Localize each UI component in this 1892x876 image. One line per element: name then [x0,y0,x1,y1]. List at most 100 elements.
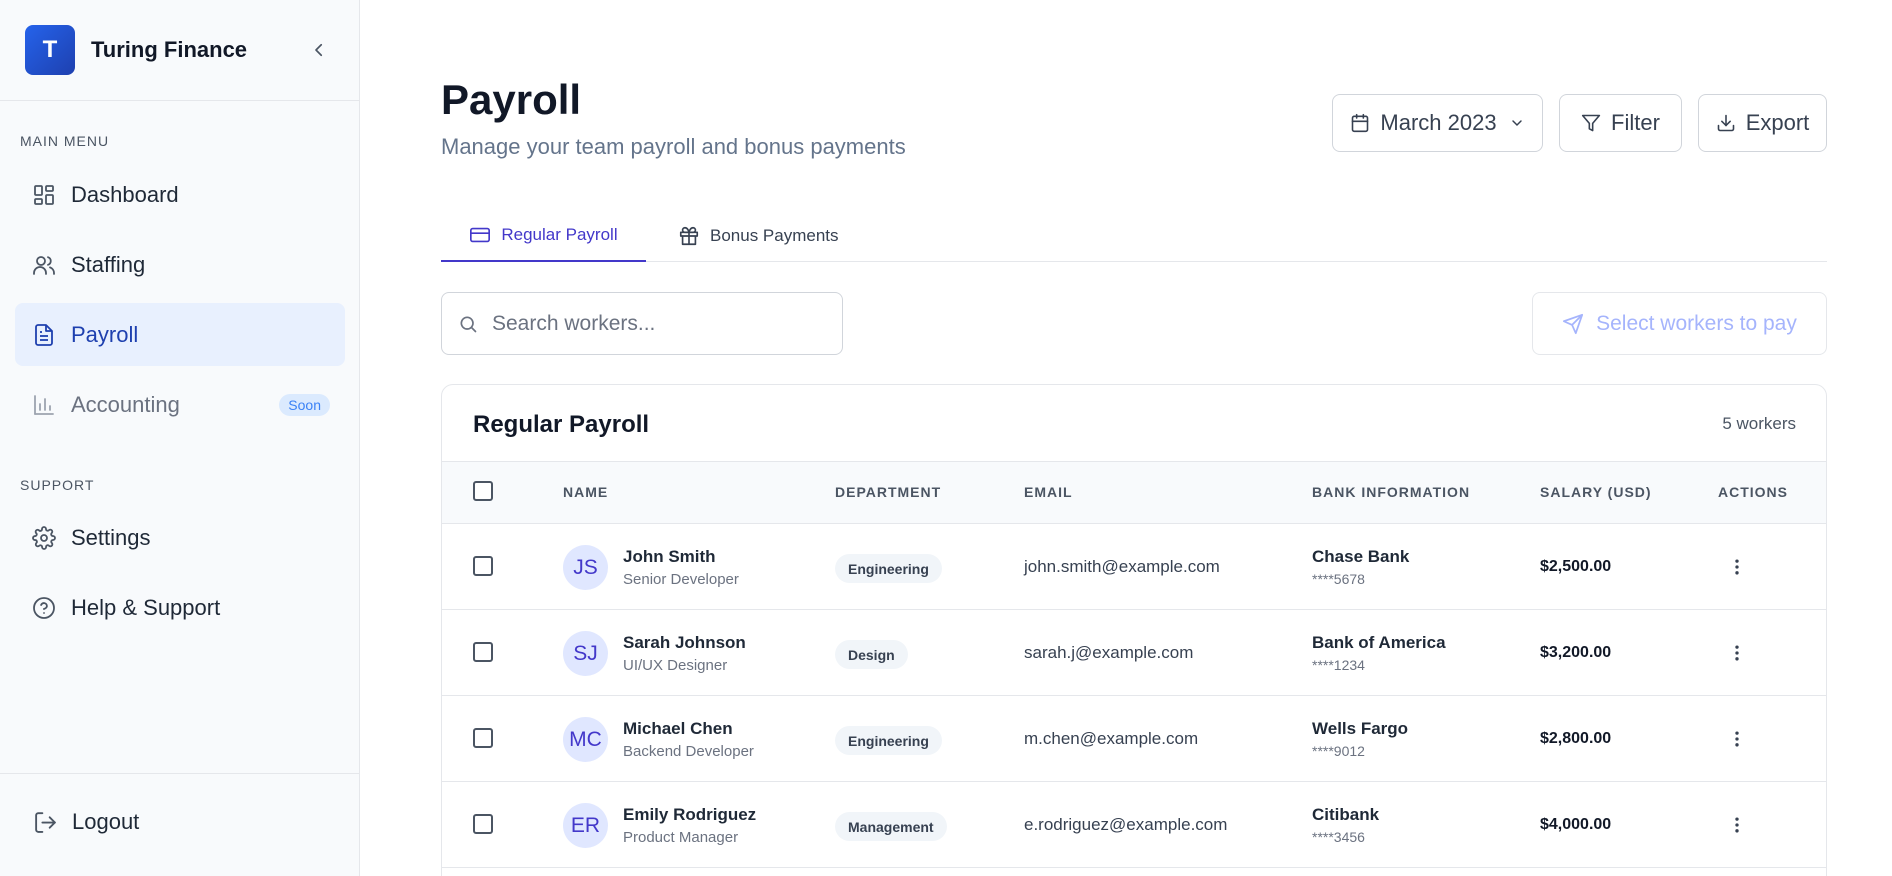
row-actions-button[interactable] [1722,810,1752,840]
column-header-name[interactable]: NAME [563,484,608,500]
sidebar-item-label: Staffing [71,251,146,277]
sidebar-item-dashboard[interactable]: Dashboard [15,163,345,226]
chevron-left-icon [315,43,323,57]
brand-name: Turing Finance [91,37,248,62]
row-actions-button[interactable] [1722,638,1752,668]
download-icon [1716,113,1736,133]
sidebar-item-help[interactable]: Help & Support [15,576,345,639]
export-button[interactable]: Export [1698,94,1827,152]
column-header-bank[interactable]: BANK INFORMATION [1312,484,1470,500]
sidebar-item-label: Dashboard [71,181,179,207]
department-badge: Management [835,812,947,841]
brand-header: T Turing Finance [0,0,359,101]
dashboard-icon [30,181,58,209]
worker-role: Product Manager [623,829,739,846]
search-input[interactable] [492,311,822,336]
worker-name: Emily Rodriguez [623,805,757,824]
bank-account: ****9012 [1312,743,1365,759]
table-row[interactable]: MC Michael Chen Backend Developer Engine… [442,696,1826,782]
department-badge: Design [835,640,908,669]
brand-logo: T [25,25,75,75]
export-label: Export [1745,110,1810,135]
search-field[interactable] [441,292,843,355]
salary: $2,500.00 [1540,558,1612,575]
sidebar-item-label: Help & Support [71,594,221,620]
send-icon [1562,313,1584,335]
help-circle-icon [30,594,58,622]
logout-label: Logout [72,809,140,834]
table-title: Regular Payroll [473,411,650,438]
tab-regular-payroll[interactable]: Regular Payroll [441,210,646,262]
worker-name: John Smith [623,547,716,566]
bank-name: Chase Bank [1312,547,1410,566]
document-icon [30,321,58,349]
more-vertical-icon [1735,731,1739,747]
main-content: Payroll Manage your team payroll and bon… [441,0,1827,876]
column-header-department[interactable]: DEPARTMENT [835,484,941,500]
page-subtitle: Manage your team payroll and bonus payme… [441,134,906,159]
bank-account: ****5678 [1312,571,1365,587]
credit-card-icon [469,224,491,246]
collapse-sidebar-button[interactable] [304,35,334,65]
tab-bonus-payments[interactable]: Bonus Payments [678,210,839,262]
logout-icon [35,811,56,833]
bank-name: Wells Fargo [1312,719,1409,738]
worker-email: john.smith@example.com [1024,557,1220,576]
bank-name: Citibank [1312,805,1380,824]
sidebar-item-staffing[interactable]: Staffing [15,233,345,296]
sidebar: T Turing Finance MAIN MENU Dashboard Sta… [0,0,360,876]
department-badge: Engineering [835,554,942,583]
worker-count: 5 workers [1722,414,1796,433]
column-header-salary[interactable]: SALARY (USD) [1540,484,1652,500]
row-checkbox[interactable] [473,728,493,748]
column-header-email[interactable]: EMAIL [1024,484,1073,500]
chevron-down-icon [1509,115,1525,131]
row-checkbox[interactable] [473,814,493,834]
users-icon [30,251,58,279]
filter-button[interactable]: Filter [1559,94,1682,152]
row-actions-button[interactable] [1722,552,1752,582]
payroll-tabs: Regular Payroll Bonus Payments [441,210,1827,262]
salary: $2,800.00 [1540,730,1612,747]
avatar: JS [563,545,608,590]
row-actions-button[interactable] [1722,724,1752,754]
row-checkbox[interactable] [473,556,493,576]
bank-account: ****1234 [1312,657,1365,673]
month-label: March 2023 [1380,110,1497,135]
month-picker-button[interactable]: March 2023 [1332,94,1543,152]
sidebar-item-label: Accounting [71,391,180,417]
logout-button[interactable]: Logout [33,809,139,835]
worker-role: UI/UX Designer [623,657,728,674]
row-checkbox[interactable] [473,642,493,662]
sidebar-item-accounting[interactable]: Accounting Soon [15,373,345,436]
table-header: NAME DEPARTMENT EMAIL BANK INFORMATION S… [442,461,1826,524]
table-row[interactable]: SJ Sarah Johnson UI/UX Designer Design s… [442,610,1826,696]
filter-icon [1581,113,1601,133]
avatar: MC [563,717,608,762]
main-menu-label: MAIN MENU [20,133,110,149]
bank-name: Bank of America [1312,633,1446,652]
filter-label: Filter [1611,110,1660,135]
sidebar-item-payroll[interactable]: Payroll [15,303,345,366]
calendar-icon [1350,113,1370,133]
worker-role: Senior Developer [623,571,739,588]
avatar: ER [563,803,608,848]
sidebar-footer: Logout [0,773,360,876]
department-badge: Engineering [835,726,942,755]
table-row[interactable]: ER Emily Rodriguez Product Manager Manag… [442,782,1826,868]
pay-workers-button[interactable]: Select workers to pay [1532,292,1827,355]
sidebar-item-settings[interactable]: Settings [15,506,345,569]
worker-role: Backend Developer [623,743,754,760]
worker-email: sarah.j@example.com [1024,643,1194,662]
gift-icon [678,225,700,247]
table-row[interactable]: JS John Smith Senior Developer Engineeri… [442,524,1826,610]
select-all-checkbox[interactable] [473,481,493,501]
support-label: SUPPORT [20,477,95,493]
more-vertical-icon [1735,559,1739,575]
pay-workers-label: Select workers to pay [1596,311,1797,335]
bar-chart-icon [30,391,58,419]
worker-email: e.rodriguez@example.com [1024,815,1228,834]
page-title: Payroll [441,76,582,123]
worker-name: Sarah Johnson [623,633,746,652]
payroll-table-card: Regular Payroll 5 workers NAME DEPARTMEN… [441,384,1827,876]
